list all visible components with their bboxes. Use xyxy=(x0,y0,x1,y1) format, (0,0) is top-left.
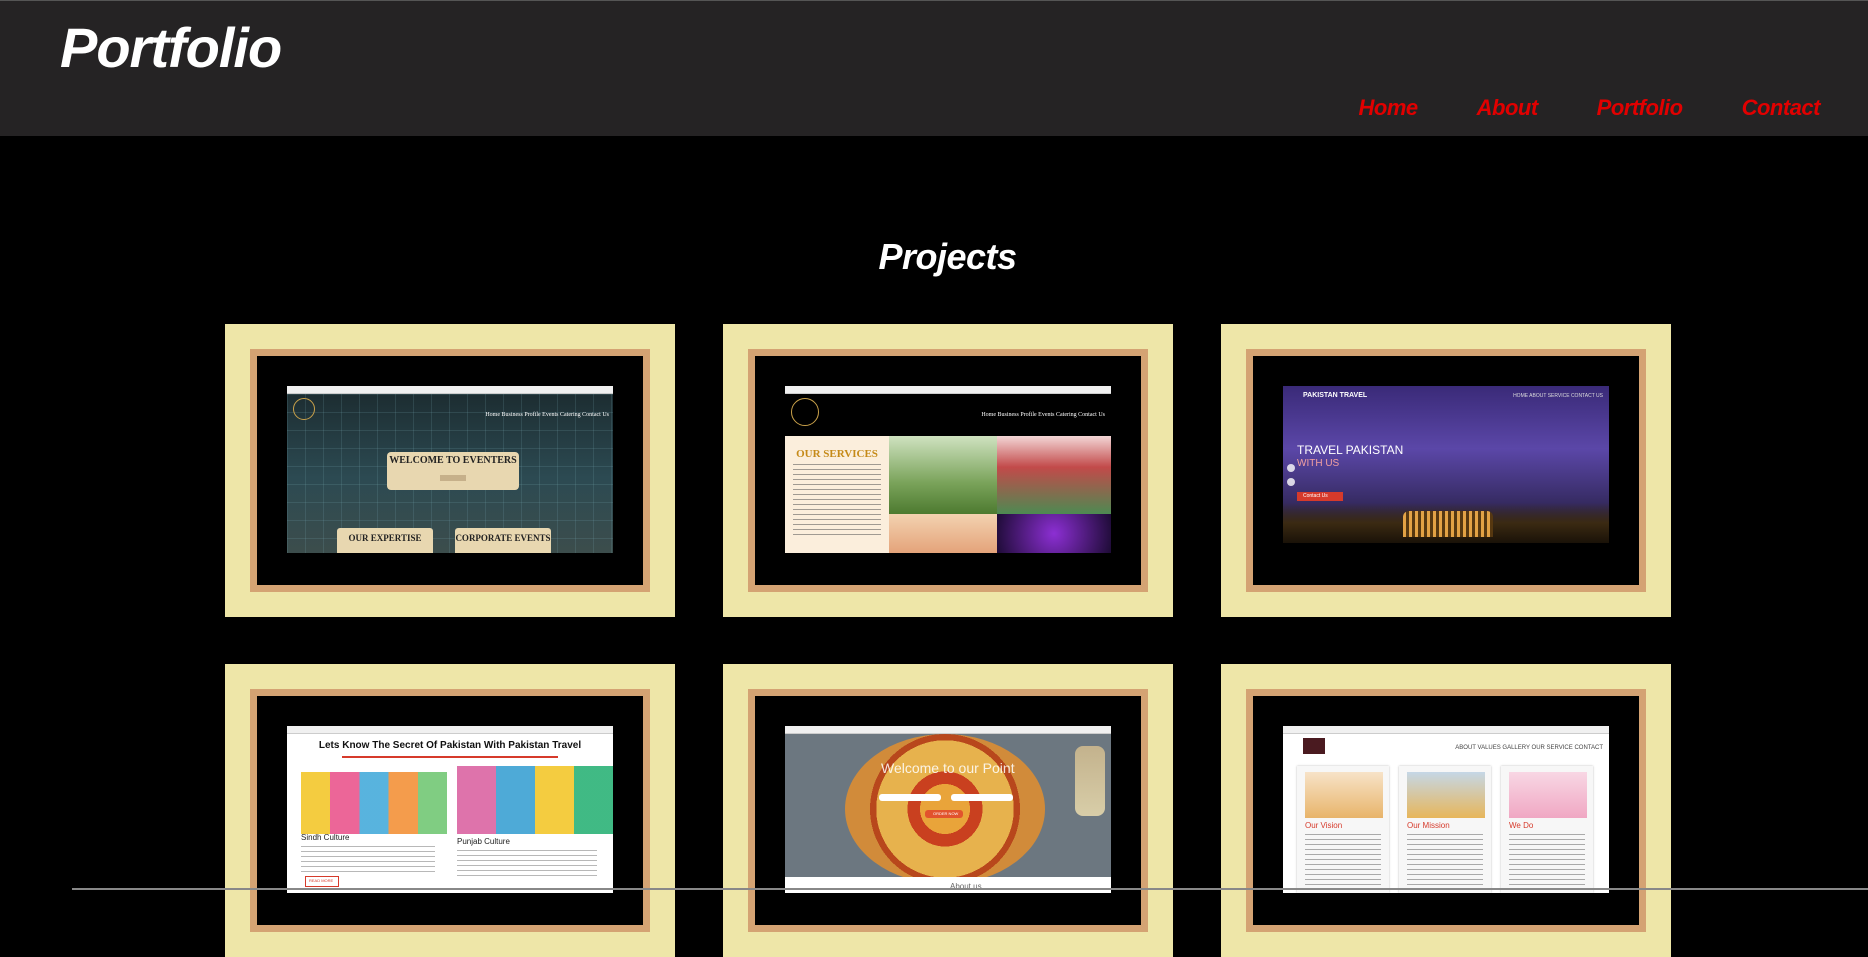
site-brand[interactable]: Portfolio xyxy=(60,15,282,80)
screenshot-hero-subtitle: WITH US xyxy=(1297,458,1340,469)
screenshot-hero: WELCOME TO EVENTERS xyxy=(387,452,519,490)
project-card-6[interactable]: ABOUT VALUES GALLERY OUR SERVICE CONTACT… xyxy=(1221,664,1671,957)
column-image xyxy=(1407,772,1485,818)
browser-address-bar xyxy=(1283,726,1609,734)
nav-about[interactable]: About xyxy=(1477,95,1539,121)
nav-contact[interactable]: Contact xyxy=(1742,95,1821,121)
column-image xyxy=(1305,772,1383,818)
punjab-illustration xyxy=(457,766,613,834)
screenshot-box-corporate: CORPORATE EVENTS xyxy=(455,528,551,553)
read-more-label: READ MORE xyxy=(309,878,334,883)
project-card-5[interactable]: Welcome to our Point ORDER NOW About us xyxy=(723,664,1173,957)
caption-sindh: Sindh Culture xyxy=(301,833,350,842)
screenshot-text-lines xyxy=(793,464,881,538)
screenshot-cta-label: Contact Us xyxy=(1303,493,1328,499)
project-screenshot-pizza[interactable]: Welcome to our Point ORDER NOW About us xyxy=(785,726,1111,893)
screenshot-heading: Lets Know The Secret Of Pakistan With Pa… xyxy=(318,740,582,751)
screenshot-menu: Home Business Profile Events Catering Co… xyxy=(981,412,1105,418)
project-frame: ABOUT VALUES GALLERY OUR SERVICE CONTACT… xyxy=(1246,689,1646,932)
project-card-4[interactable]: Lets Know The Secret Of Pakistan With Pa… xyxy=(225,664,675,957)
project-card-3[interactable]: PAKISTAN TRAVEL HOME ABOUT SERVICE CONTA… xyxy=(1221,324,1671,617)
column-label: We Do xyxy=(1509,821,1534,830)
slider-prev-icon xyxy=(1287,464,1295,472)
browser-address-bar xyxy=(785,726,1111,734)
screenshot-menu: ABOUT VALUES GALLERY OUR SERVICE CONTACT xyxy=(1455,745,1603,751)
project-screenshot-culture[interactable]: Lets Know The Secret Of Pakistan With Pa… xyxy=(287,726,613,893)
logo-icon xyxy=(1303,738,1325,754)
photo-arch xyxy=(889,436,997,514)
building-lights xyxy=(1403,511,1493,537)
nav-home[interactable]: Home xyxy=(1359,95,1419,121)
column-image xyxy=(1509,772,1587,818)
screenshot-services-heading: OUR SERVICES xyxy=(796,448,878,460)
screenshot-order-label: ORDER NOW xyxy=(933,811,959,816)
logo-icon xyxy=(791,398,819,426)
read-more-button: READ MORE xyxy=(305,876,339,887)
project-frame: Home Business Profile Events Catering Co… xyxy=(250,349,650,592)
project-frame: Welcome to our Point ORDER NOW About us xyxy=(748,689,1148,932)
column-label: Our Mission xyxy=(1407,821,1450,830)
project-frame-inner: PAKISTAN TRAVEL HOME ABOUT SERVICE CONTA… xyxy=(1253,356,1639,585)
project-card-1[interactable]: Home Business Profile Events Catering Co… xyxy=(225,324,675,617)
projects-heading: Projects xyxy=(878,236,1017,277)
screenshot-box-expertise: OUR EXPERTISE xyxy=(337,528,433,553)
column-we-do: We Do xyxy=(1501,766,1593,893)
photo-tent xyxy=(997,436,1111,514)
text-lines-sindh xyxy=(301,846,435,874)
page-bottom-rule xyxy=(72,888,1868,890)
column-label: Our Vision xyxy=(1305,821,1343,830)
browser-address-bar xyxy=(287,386,613,394)
project-card-2[interactable]: Home Business Profile Events Catering Co… xyxy=(723,324,1173,617)
project-screenshot-services[interactable]: Home Business Profile Events Catering Co… xyxy=(785,386,1111,553)
text-lines-punjab xyxy=(457,850,597,878)
project-frame: Lets Know The Secret Of Pakistan With Pa… xyxy=(250,689,650,932)
project-frame-inner: Home Business Profile Events Catering Co… xyxy=(257,356,643,585)
pizza-image xyxy=(845,734,1045,884)
nav-portfolio[interactable]: Portfolio xyxy=(1597,95,1683,121)
heading-underline xyxy=(342,756,558,758)
screenshot-menu: HOME ABOUT SERVICE CONTACT US xyxy=(1513,393,1603,399)
browser-address-bar xyxy=(287,726,613,734)
photo-flowers xyxy=(889,514,997,553)
screenshot-menu: Home Business Profile Events Catering Co… xyxy=(485,412,609,418)
column-text xyxy=(1509,834,1585,888)
project-frame: Home Business Profile Events Catering Co… xyxy=(748,349,1148,592)
photo-lights xyxy=(997,514,1111,553)
screenshot-input-2 xyxy=(951,794,1013,801)
column-vision: Our Vision xyxy=(1297,766,1389,893)
caption-punjab: Punjab Culture xyxy=(457,837,510,846)
screenshot-input-1 xyxy=(879,794,941,801)
column-text xyxy=(1407,834,1483,888)
project-screenshot-pakistan-travel[interactable]: PAKISTAN TRAVEL HOME ABOUT SERVICE CONTA… xyxy=(1283,386,1609,543)
browser-address-bar xyxy=(785,386,1111,394)
screenshot-hero-title: Welcome to our Point xyxy=(881,760,1015,776)
drink-image xyxy=(1075,746,1105,816)
screenshot-hero-title: WELCOME TO EVENTERS xyxy=(389,455,517,466)
column-mission: Our Mission xyxy=(1399,766,1491,893)
project-screenshot-eventers[interactable]: Home Business Profile Events Catering Co… xyxy=(287,386,613,553)
project-frame-inner: Home Business Profile Events Catering Co… xyxy=(755,356,1141,585)
sindh-illustration xyxy=(301,772,447,834)
screenshot-services-panel: OUR SERVICES xyxy=(785,436,889,553)
slider-next-icon xyxy=(1287,478,1295,486)
top-bar: Portfolio Home About Portfolio Contact xyxy=(0,0,1868,136)
main-nav: Home About Portfolio Contact xyxy=(1359,95,1821,121)
screenshot-cta: Contact Us xyxy=(1297,492,1343,501)
column-text xyxy=(1305,834,1381,888)
screenshot-hero-title: TRAVEL PAKISTAN xyxy=(1297,443,1404,457)
screenshot-order-button: ORDER NOW xyxy=(925,810,963,818)
screenshot-hero-button xyxy=(440,475,466,481)
project-screenshot-perfumes[interactable]: ABOUT VALUES GALLERY OUR SERVICE CONTACT… xyxy=(1283,726,1609,893)
logo-icon xyxy=(293,398,315,420)
screenshot-brand: PAKISTAN TRAVEL xyxy=(1303,392,1368,399)
project-frame: PAKISTAN TRAVEL HOME ABOUT SERVICE CONTA… xyxy=(1246,349,1646,592)
